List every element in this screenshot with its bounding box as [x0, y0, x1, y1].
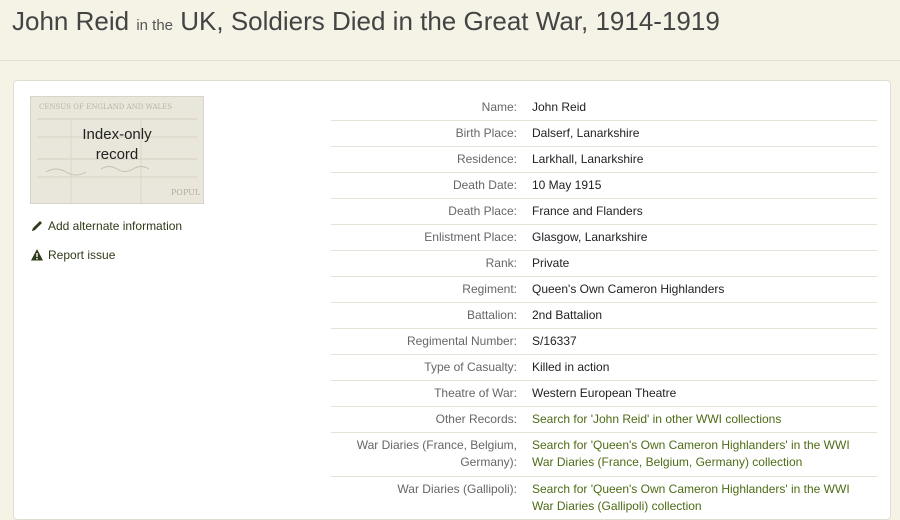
field-value: 2nd Battalion — [532, 308, 603, 322]
row-death-place: Death Place: France and Flanders — [331, 199, 877, 225]
war-diaries-france-search-link[interactable]: Search for 'Queen's Own Cameron Highland… — [532, 437, 877, 471]
field-label: Enlistment Place: — [424, 230, 517, 244]
field-value: Western European Theatre — [532, 386, 677, 400]
row-death-date: Death Date: 10 May 1915 — [331, 173, 877, 199]
field-value: John Reid — [532, 100, 587, 114]
field-value: 10 May 1915 — [532, 178, 602, 192]
svg-text:CENSUS OF ENGLAND AND WALES: CENSUS OF ENGLAND AND WALES — [39, 103, 172, 111]
field-label: War Diaries (France, Belgium, Germany): — [356, 438, 517, 469]
collection-name[interactable]: UK, Soldiers Died in the Great War, 1914… — [180, 6, 720, 36]
field-label: Other Records: — [435, 412, 517, 426]
record-details-table: Name: John Reid Birth Place: Dalserf, La… — [331, 96, 877, 520]
field-value: Queen's Own Cameron Highlanders — [532, 282, 725, 296]
row-regimental-number: Regimental Number: S/16337 — [331, 329, 877, 355]
record-card: CENSUS OF ENGLAND AND WALES POPUL Index-… — [13, 80, 891, 520]
field-value: Killed in action — [532, 360, 610, 374]
warning-icon — [31, 249, 43, 261]
field-value: France and Flanders — [532, 204, 643, 218]
row-name: Name: John Reid — [331, 96, 877, 121]
row-residence: Residence: Larkhall, Lanarkshire — [331, 147, 877, 173]
pencil-icon — [32, 221, 42, 231]
field-value: S/16337 — [532, 334, 577, 348]
record-name: John Reid — [12, 6, 130, 36]
row-theatre-of-war: Theatre of War: Western European Theatre — [331, 381, 877, 407]
field-label: Death Place: — [448, 204, 517, 218]
field-value: Larkhall, Lanarkshire — [532, 152, 644, 166]
field-label: Name: — [481, 100, 517, 114]
header-divider — [0, 60, 900, 61]
field-label: Battalion: — [466, 308, 517, 322]
field-value: Dalserf, Lanarkshire — [532, 126, 640, 140]
field-label: Type of Casualty: — [424, 360, 517, 374]
field-label: War Diaries (Gallipoli): — [397, 482, 517, 496]
caption-line1: Index-only — [82, 126, 152, 143]
field-label: Rank: — [485, 256, 517, 270]
title-connector: in the — [136, 17, 174, 34]
field-label: Birth Place: — [455, 126, 517, 140]
row-birth-place: Birth Place: Dalserf, Lanarkshire — [331, 121, 877, 147]
thumbnail-caption: Index-only record — [31, 125, 203, 165]
row-battalion: Battalion: 2nd Battalion — [331, 303, 877, 329]
svg-text:POPUL: POPUL — [171, 188, 201, 197]
page-title: John Reid in the UK, Soldiers Died in th… — [12, 4, 720, 43]
field-label: Regimental Number: — [406, 334, 517, 348]
add-alternate-label: Add alternate information — [48, 219, 183, 233]
row-rank: Rank: Private — [331, 251, 877, 277]
other-records-search-link[interactable]: Search for 'John Reid' in other WWI coll… — [532, 411, 877, 428]
field-label: Residence: — [456, 152, 517, 166]
caption-line2: record — [95, 146, 139, 163]
report-issue-label: Report issue — [48, 248, 116, 262]
row-war-diaries-gallipoli: War Diaries (Gallipoli): Search for 'Que… — [331, 477, 877, 520]
add-alternate-information-link[interactable]: Add alternate information — [30, 219, 182, 233]
field-label: Theatre of War: — [434, 386, 517, 400]
row-type-of-casualty: Type of Casualty: Killed in action — [331, 355, 877, 381]
field-value: Private — [532, 256, 570, 270]
war-diaries-gallipoli-search-link[interactable]: Search for 'Queen's Own Cameron Highland… — [532, 481, 877, 515]
report-issue-link[interactable]: Report issue — [30, 248, 115, 262]
row-other-records: Other Records: Search for 'John Reid' in… — [331, 407, 877, 433]
field-label: Regiment: — [462, 282, 517, 296]
row-regiment: Regiment: Queen's Own Cameron Highlander… — [331, 277, 877, 303]
row-war-diaries-france: War Diaries (France, Belgium, Germany): … — [331, 433, 877, 477]
record-thumbnail[interactable]: CENSUS OF ENGLAND AND WALES POPUL Index-… — [30, 96, 204, 204]
field-label: Death Date: — [452, 178, 517, 192]
field-value: Glasgow, Lanarkshire — [532, 230, 648, 244]
row-enlistment-place: Enlistment Place: Glasgow, Lanarkshire — [331, 225, 877, 251]
